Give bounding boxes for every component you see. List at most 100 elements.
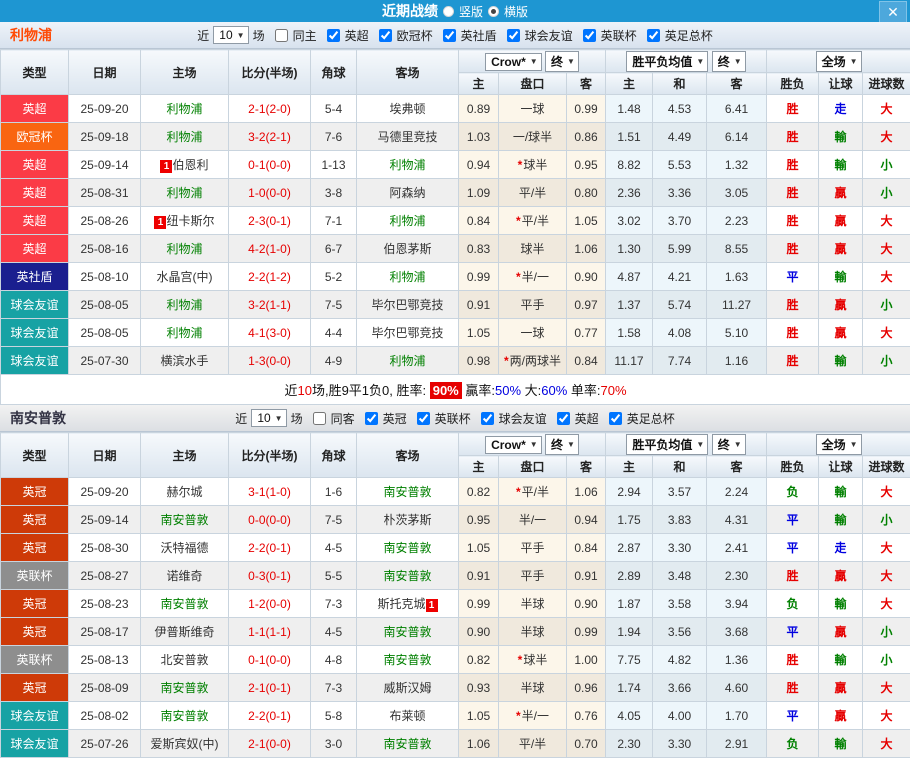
same-venue-checkbox[interactable] bbox=[313, 412, 326, 425]
away-team-cell: 朴茨茅斯 bbox=[357, 506, 459, 534]
league-checkbox-0[interactable] bbox=[365, 412, 378, 425]
league-checkbox-0[interactable] bbox=[327, 29, 340, 42]
league-checkbox-3[interactable] bbox=[557, 412, 570, 425]
league-checkbox-2[interactable] bbox=[481, 412, 494, 425]
league-type-cell: 英社盾 bbox=[1, 263, 69, 291]
odds-provider-select[interactable]: Crow*▼ bbox=[485, 53, 542, 71]
odds-away-cell: 0.96 bbox=[567, 674, 606, 702]
avg-stage-select[interactable]: 终▼ bbox=[712, 434, 746, 455]
away-team-cell: 马德里竞技 bbox=[357, 123, 459, 151]
result-goals-cell: 大 bbox=[863, 590, 910, 618]
odds-home-cell: 0.94 bbox=[459, 151, 499, 179]
vertical-layout-radio[interactable] bbox=[443, 6, 454, 17]
recent-count-select[interactable]: 10▼ bbox=[213, 26, 248, 44]
result-wdl-cell: 平 bbox=[767, 618, 819, 646]
table-row: 英冠25-08-09南安普敦2-1(0-1)7-3威斯汉姆0.93半球0.961… bbox=[1, 674, 910, 702]
handicap-cell: 平手 bbox=[499, 562, 567, 590]
odds-stage-select[interactable]: 终▼ bbox=[545, 51, 579, 72]
result-handicap-cell: 輸 bbox=[819, 730, 863, 758]
sub-header-5: 客 bbox=[707, 456, 767, 478]
avg-odds-select[interactable]: 胜平负均值▼ bbox=[626, 434, 708, 455]
league-checkbox-5[interactable] bbox=[647, 29, 660, 42]
scope-select[interactable]: 全场▼ bbox=[816, 51, 862, 72]
league-checkbox-1[interactable] bbox=[379, 29, 392, 42]
titlebar: 近期战绩 竖版 横版 ✕ bbox=[0, 0, 910, 22]
result-wdl-cell: 胜 bbox=[767, 235, 819, 263]
horizontal-layout-label[interactable]: 横版 bbox=[504, 3, 528, 20]
avg-draw-cell: 5.53 bbox=[653, 151, 707, 179]
result-goals-cell: 大 bbox=[863, 319, 910, 347]
league-checkbox-1[interactable] bbox=[417, 412, 430, 425]
result-wdl-cell: 平 bbox=[767, 702, 819, 730]
odds-stage-select[interactable]: 终▼ bbox=[545, 434, 579, 455]
avg-stage-select[interactable]: 终▼ bbox=[712, 51, 746, 72]
league-type-cell: 英超 bbox=[1, 179, 69, 207]
date-cell: 25-08-23 bbox=[69, 590, 141, 618]
away-team-name: 布莱顿 bbox=[389, 709, 425, 723]
result-goals-cell: 小 bbox=[863, 506, 910, 534]
home-team-name: 南安普敦 bbox=[160, 597, 208, 611]
handicap-cell: *半/一 bbox=[499, 702, 567, 730]
odds-provider-select-value: Crow* bbox=[491, 55, 526, 69]
result-wdl-cell: 负 bbox=[767, 730, 819, 758]
recent-count-select[interactable]: 10▼ bbox=[251, 409, 286, 427]
result-wdl-cell: 胜 bbox=[767, 674, 819, 702]
odds-home-cell: 0.93 bbox=[459, 674, 499, 702]
handicap-cell: 一球 bbox=[499, 95, 567, 123]
league-checkbox-label: 英联杯 bbox=[601, 27, 637, 44]
odds-provider-select-value: Crow* bbox=[491, 438, 526, 452]
same-venue-label: 同客 bbox=[331, 410, 355, 427]
corner-cell: 3-8 bbox=[311, 179, 357, 207]
result-goals-cell: 大 bbox=[863, 207, 910, 235]
column-header-1: 日期 bbox=[69, 50, 141, 95]
handicap-star: * bbox=[516, 270, 521, 284]
odds-provider-select[interactable]: Crow*▼ bbox=[485, 436, 542, 454]
team-title-liverpool: 利物浦 bbox=[10, 25, 52, 45]
handicap-cell: *平/半 bbox=[499, 478, 567, 506]
away-team-cell: 南安普敦 bbox=[357, 534, 459, 562]
avg-stage-select-value: 终 bbox=[718, 436, 730, 453]
avg-odds-select[interactable]: 胜平负均值▼ bbox=[626, 51, 708, 72]
league-checkbox-3[interactable] bbox=[507, 29, 520, 42]
handicap-value: 两/两球半 bbox=[510, 354, 561, 368]
same-venue-checkbox[interactable] bbox=[275, 29, 288, 42]
header-group-1: 胜平负均值▼ 终▼ bbox=[606, 433, 767, 456]
result-handicap-cell: 贏 bbox=[819, 235, 863, 263]
home-team-name: 南安普敦 bbox=[160, 709, 208, 723]
handicap-value: 半/一 bbox=[522, 270, 549, 284]
odds-away-cell: 1.05 bbox=[567, 207, 606, 235]
score-cell: 0-3(0-1) bbox=[229, 562, 311, 590]
odds-away-cell: 0.70 bbox=[567, 730, 606, 758]
league-type-cell: 球会友谊 bbox=[1, 702, 69, 730]
avg-stage-select-value: 终 bbox=[718, 53, 730, 70]
table-row: 英冠25-09-14南安普敦0-0(0-0)7-5朴茨茅斯0.95半/一0.94… bbox=[1, 506, 910, 534]
league-checkbox-4[interactable] bbox=[583, 29, 596, 42]
away-team-cell: 布莱顿 bbox=[357, 702, 459, 730]
table-row: 英超25-08-31利物浦1-0(0-0)3-8阿森纳1.09平/半0.802.… bbox=[1, 179, 910, 207]
close-icon[interactable]: ✕ bbox=[879, 1, 907, 23]
table-row: 英联杯25-08-27诺维奇0-3(0-1)5-5南安普敦0.91平手0.912… bbox=[1, 562, 910, 590]
score-cell: 0-1(0-0) bbox=[229, 151, 311, 179]
league-checkbox-4[interactable] bbox=[609, 412, 622, 425]
home-team-name: 水晶宫(中) bbox=[157, 270, 213, 284]
chevron-down-icon: ▼ bbox=[275, 414, 283, 423]
result-goals-cell: 大 bbox=[863, 235, 910, 263]
odds-away-cell: 0.84 bbox=[567, 347, 606, 375]
avg-away-cell: 1.32 bbox=[707, 151, 767, 179]
avg-draw-cell: 3.30 bbox=[653, 534, 707, 562]
header-row-groups: 类型日期主场比分(半场)角球客场Crow*▼ 终▼ 胜平负均值▼ 终▼ 全场▼ bbox=[1, 50, 910, 73]
horizontal-layout-radio[interactable] bbox=[488, 6, 499, 17]
date-cell: 25-09-18 bbox=[69, 123, 141, 151]
table-row: 英社盾25-08-10水晶宫(中)2-2(1-2)5-2利物浦0.99*半/一0… bbox=[1, 263, 910, 291]
away-team-name: 南安普敦 bbox=[383, 541, 431, 555]
result-wdl-cell: 胜 bbox=[767, 179, 819, 207]
odds-home-cell: 0.91 bbox=[459, 291, 499, 319]
handicap-value: 一/球半 bbox=[513, 130, 552, 144]
corner-cell: 4-4 bbox=[311, 319, 357, 347]
vertical-layout-label[interactable]: 竖版 bbox=[459, 3, 483, 20]
table-row: 球会友谊25-07-26爱斯宾奴(中)2-1(0-0)3-0南安普敦1.06平/… bbox=[1, 730, 910, 758]
score-cell: 2-2(0-1) bbox=[229, 534, 311, 562]
scope-select[interactable]: 全场▼ bbox=[816, 434, 862, 455]
league-type-cell: 英联杯 bbox=[1, 562, 69, 590]
league-checkbox-2[interactable] bbox=[443, 29, 456, 42]
